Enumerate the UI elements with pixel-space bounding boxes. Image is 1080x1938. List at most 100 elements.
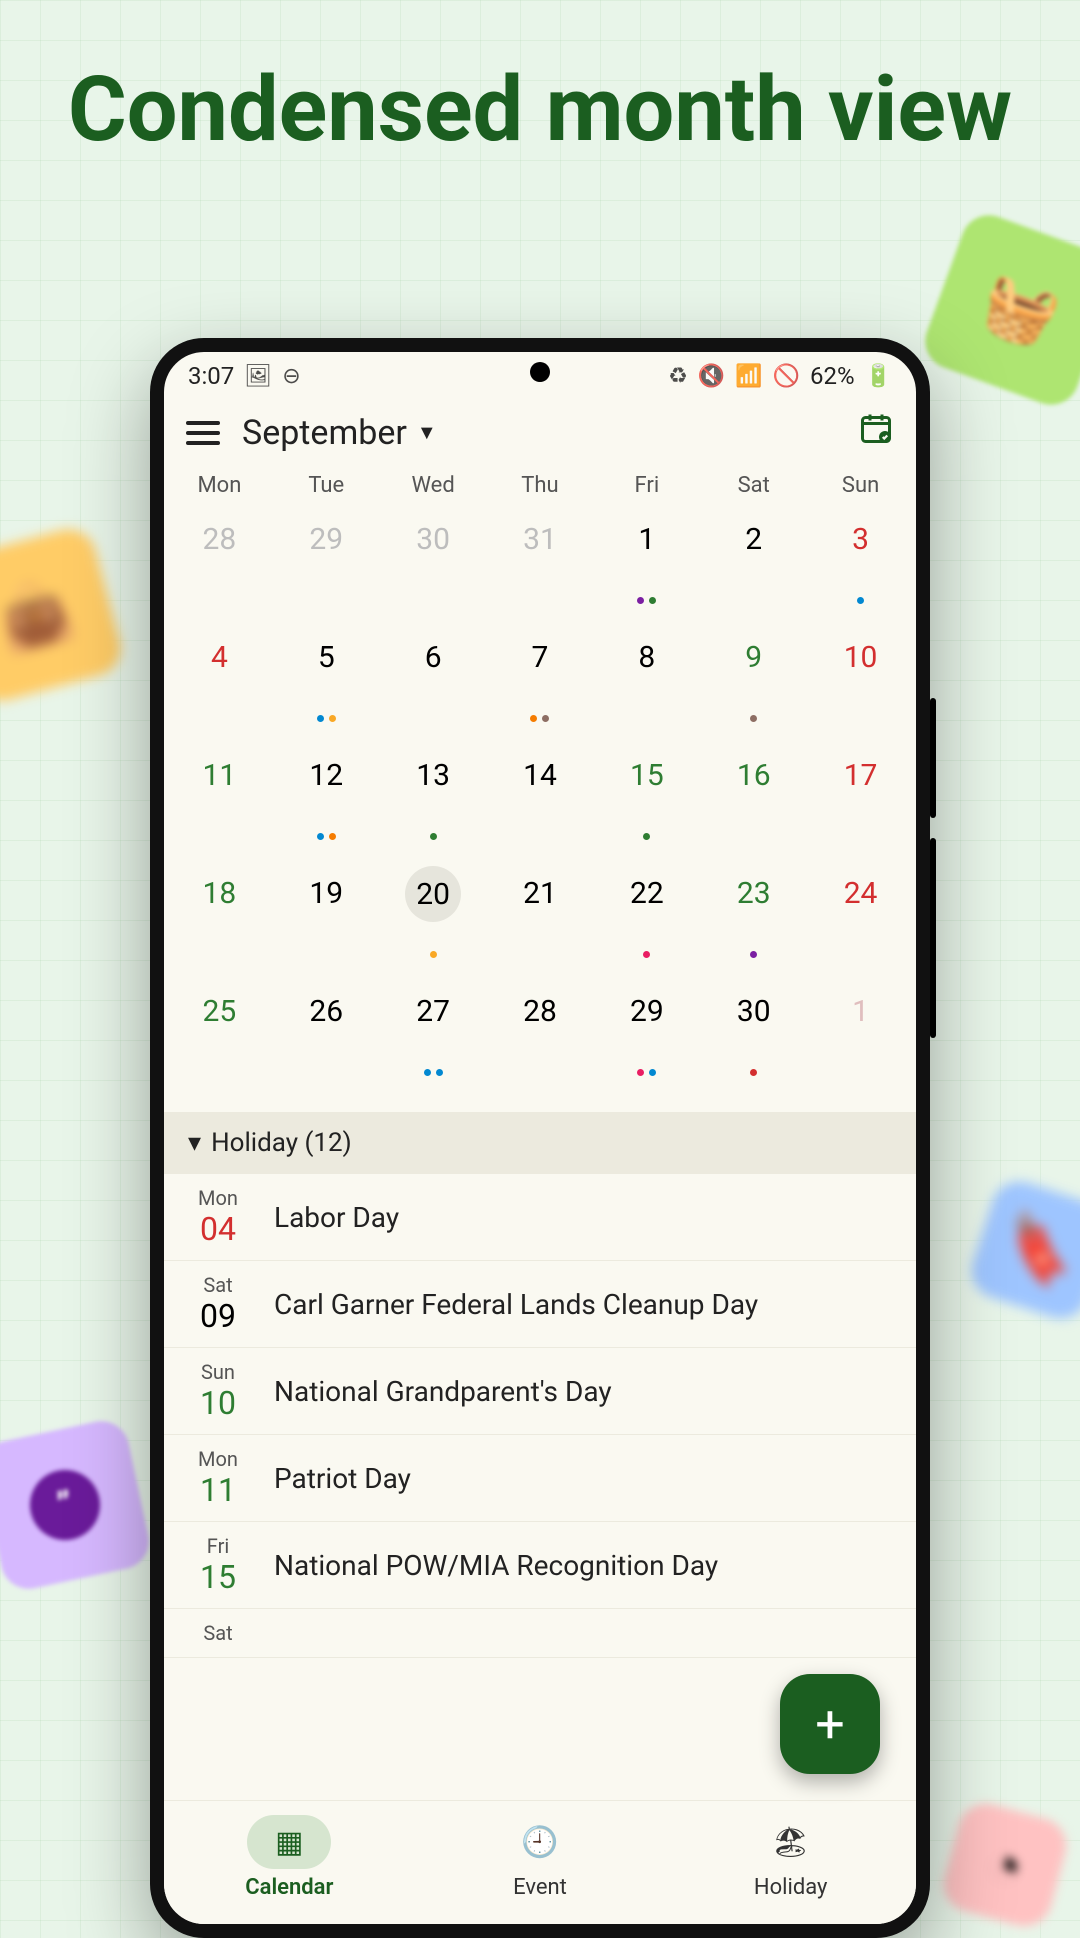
nav-holiday[interactable]: 🏖 Holiday	[665, 1815, 916, 1900]
day-number: 11	[166, 758, 273, 793]
event-dow: Mon	[188, 1186, 248, 1210]
day-cell[interactable]: 31	[487, 504, 594, 622]
day-cell[interactable]: 21	[487, 858, 594, 976]
holiday-section-header[interactable]: ▾ Holiday (12)	[164, 1112, 916, 1174]
event-title: Labor Day	[274, 1201, 399, 1234]
weekday: Sun	[807, 473, 914, 498]
calendar-view-button[interactable]	[858, 410, 894, 455]
day-number: 10	[807, 640, 914, 675]
event-day-number: 11	[188, 1471, 248, 1509]
day-number: 13	[380, 758, 487, 793]
event-dots	[593, 1069, 700, 1076]
weekday: Fri	[593, 473, 700, 498]
event-day-number: 15	[188, 1558, 248, 1596]
day-number: 4	[166, 640, 273, 675]
day-cell[interactable]: 29	[593, 976, 700, 1094]
day-cell[interactable]: 16	[700, 740, 807, 858]
camera-cutout	[530, 362, 550, 382]
day-number: 27	[380, 994, 487, 1029]
day-number: 20	[405, 866, 461, 922]
event-date: Sun10	[188, 1360, 248, 1422]
side-button-2	[930, 838, 936, 1038]
weekday: Sat	[700, 473, 807, 498]
weekday: Thu	[487, 473, 594, 498]
recycle-icon: ♻	[668, 364, 688, 389]
event-date: Fri15	[188, 1534, 248, 1596]
decor-basket-icon: 🧺	[917, 207, 1080, 412]
day-number: 8	[593, 640, 700, 675]
calendar-icon: ▦	[275, 1825, 303, 1860]
add-event-button[interactable]: +	[780, 1674, 880, 1774]
event-row[interactable]: Sat	[164, 1609, 916, 1658]
day-cell[interactable]: 4	[166, 622, 273, 740]
status-time: 3:07	[188, 362, 234, 390]
day-cell[interactable]: 15	[593, 740, 700, 858]
day-cell[interactable]: 23	[700, 858, 807, 976]
event-day-number: 10	[188, 1384, 248, 1422]
day-cell[interactable]: 8	[593, 622, 700, 740]
event-icon: 🕘	[521, 1825, 558, 1860]
event-row[interactable]: Sat09Carl Garner Federal Lands Cleanup D…	[164, 1261, 916, 1348]
day-cell[interactable]: 2	[700, 504, 807, 622]
month-selector[interactable]: September ▼	[242, 413, 437, 453]
day-cell[interactable]: 9	[700, 622, 807, 740]
event-dots	[273, 715, 380, 722]
event-title: National POW/MIA Recognition Day	[274, 1549, 718, 1582]
event-row[interactable]: Fri15 National POW/MIA Recognition Day	[164, 1522, 916, 1609]
day-cell[interactable]: 13	[380, 740, 487, 858]
day-cell[interactable]: 1	[807, 976, 914, 1094]
decor-comment-icon: ”	[0, 1416, 154, 1594]
nav-label: Holiday	[665, 1875, 916, 1900]
day-cell[interactable]: 1	[593, 504, 700, 622]
event-dots	[593, 951, 700, 958]
day-cell[interactable]: 5	[273, 622, 380, 740]
event-day-number: 04	[188, 1210, 248, 1248]
mute-icon: 🔇	[698, 364, 725, 389]
menu-button[interactable]	[186, 421, 220, 445]
day-cell[interactable]: 30	[700, 976, 807, 1094]
day-cell[interactable]: 12	[273, 740, 380, 858]
event-dow: Sat	[188, 1621, 248, 1645]
event-title: Patriot Day	[274, 1462, 411, 1495]
day-cell[interactable]: 18	[166, 858, 273, 976]
event-title: Carl Garner Federal Lands Cleanup Day	[274, 1288, 758, 1321]
day-number: 22	[593, 876, 700, 911]
phone-frame: 3:07 🖼 ⊖ ♻ 🔇 📶 🚫 62% 🔋 September ▼	[150, 338, 930, 1938]
day-cell[interactable]: 28	[166, 504, 273, 622]
day-cell[interactable]: 14	[487, 740, 594, 858]
day-number: 29	[593, 994, 700, 1029]
day-cell[interactable]: 10	[807, 622, 914, 740]
day-cell[interactable]: 29	[273, 504, 380, 622]
weekday: Wed	[380, 473, 487, 498]
day-cell[interactable]: 30	[380, 504, 487, 622]
day-cell[interactable]: 17	[807, 740, 914, 858]
day-cell[interactable]: 22	[593, 858, 700, 976]
day-cell[interactable]: 28	[487, 976, 594, 1094]
day-number: 15	[593, 758, 700, 793]
day-cell[interactable]: 3	[807, 504, 914, 622]
day-cell[interactable]: 25	[166, 976, 273, 1094]
event-day-number: 09	[188, 1297, 248, 1335]
battery-text: 62%	[810, 362, 855, 390]
day-cell[interactable]: 7	[487, 622, 594, 740]
day-number: 3	[807, 522, 914, 557]
event-row[interactable]: Mon11Patriot Day	[164, 1435, 916, 1522]
event-dots	[700, 1069, 807, 1076]
battery-icon: 🔋	[865, 364, 892, 389]
day-cell[interactable]: 20	[380, 858, 487, 976]
event-dow: Sun	[188, 1360, 248, 1384]
day-cell[interactable]: 6	[380, 622, 487, 740]
day-cell[interactable]: 24	[807, 858, 914, 976]
gallery-icon: 🖼	[244, 364, 272, 389]
event-row[interactable]: Mon04 Labor Day	[164, 1174, 916, 1261]
nav-calendar[interactable]: ▦ Calendar	[164, 1815, 415, 1900]
day-cell[interactable]: 19	[273, 858, 380, 976]
day-cell[interactable]: 27	[380, 976, 487, 1094]
side-button-1	[930, 698, 936, 818]
marketing-headline: Condensed month view	[0, 0, 1080, 159]
nav-event[interactable]: 🕘 Event	[415, 1815, 666, 1900]
event-row[interactable]: Sun10National Grandparent's Day	[164, 1348, 916, 1435]
day-cell[interactable]: 11	[166, 740, 273, 858]
event-dots	[487, 715, 594, 722]
day-cell[interactable]: 26	[273, 976, 380, 1094]
